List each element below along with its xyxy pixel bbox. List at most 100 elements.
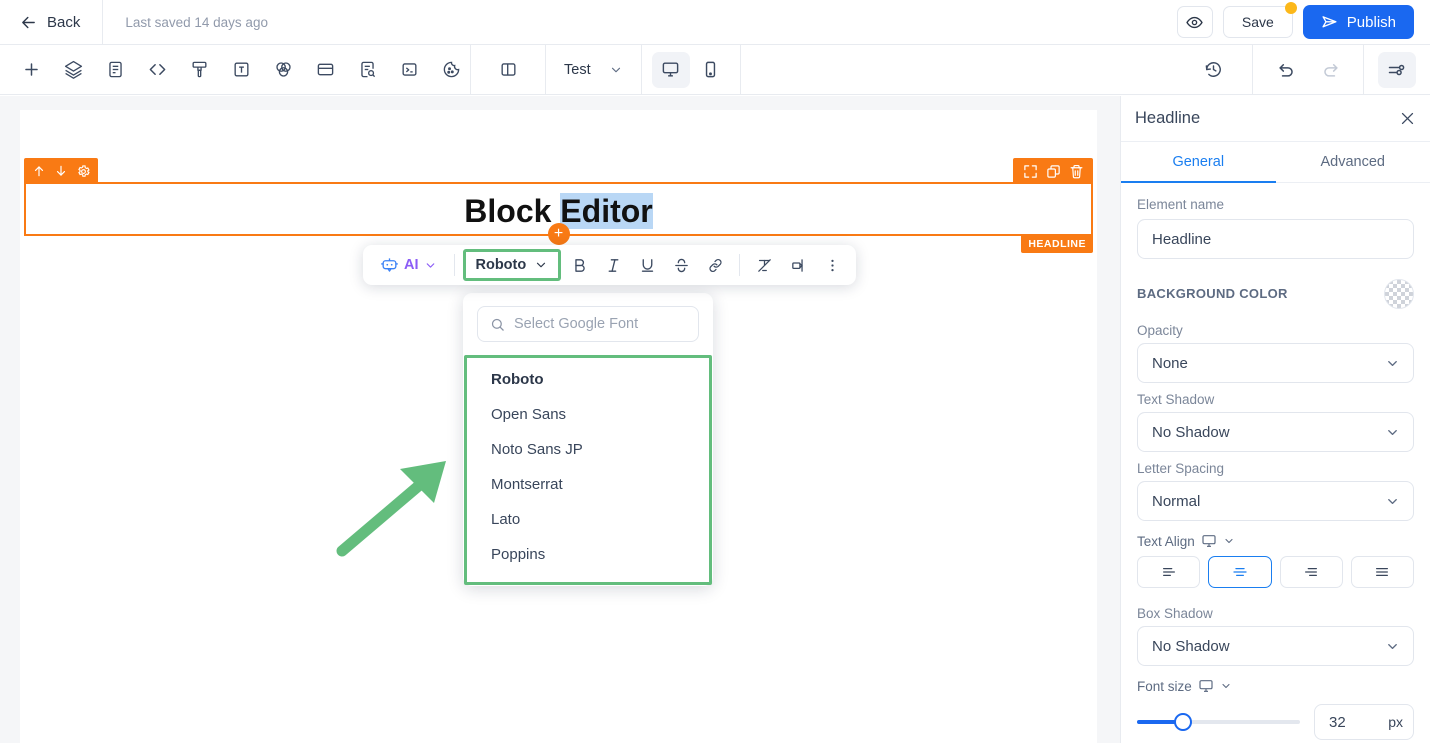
cookie-palette-button[interactable]: [432, 52, 470, 88]
link-button[interactable]: [699, 250, 731, 280]
add-element-button[interactable]: [12, 52, 50, 88]
panel-toggle-group: [471, 45, 545, 95]
font-search-input[interactable]: [514, 316, 686, 332]
underline-button[interactable]: [631, 250, 663, 280]
document-button[interactable]: [96, 52, 134, 88]
font-option-noto-sans-jp[interactable]: Noto Sans JP: [467, 432, 709, 467]
undo-button[interactable]: [1267, 52, 1305, 88]
element-name-input[interactable]: Headline: [1137, 219, 1414, 259]
align-left-button[interactable]: [1137, 556, 1201, 588]
opacity-select[interactable]: None: [1137, 343, 1414, 383]
properties-panel: Headline General Advanced Element name H…: [1120, 96, 1430, 743]
back-button[interactable]: Back: [0, 0, 104, 45]
layers-button[interactable]: [54, 52, 92, 88]
search-icon: [490, 317, 505, 332]
font-option-lato[interactable]: Lato: [467, 502, 709, 537]
font-size-value: 32: [1329, 713, 1346, 731]
history-button[interactable]: [1194, 52, 1232, 88]
font-search-box[interactable]: [477, 306, 699, 342]
italic-button[interactable]: [597, 250, 629, 280]
chevron-down-icon: [534, 258, 548, 272]
panel-title: Headline: [1135, 109, 1201, 127]
block-action-toolbar: [1013, 158, 1093, 184]
strikethrough-button[interactable]: [665, 250, 697, 280]
text-format-toolbar: AI Roboto: [363, 245, 857, 285]
align-right-button[interactable]: [1279, 556, 1343, 588]
panel-close-button[interactable]: [1399, 110, 1416, 127]
unsaved-changes-badge: [1284, 2, 1297, 14]
selected-block-headline[interactable]: Block Editor HEADLINE +: [24, 158, 1093, 253]
color-blend-button[interactable]: [264, 52, 302, 88]
brush-button[interactable]: [180, 52, 218, 88]
expand-icon[interactable]: [1020, 161, 1040, 181]
chevron-down-icon: [609, 63, 623, 77]
tab-advanced[interactable]: Advanced: [1276, 142, 1430, 183]
letter-spacing-select[interactable]: Normal: [1137, 481, 1414, 521]
desktop-view-button[interactable]: [651, 51, 690, 88]
headline-text-unselected: Block: [464, 193, 561, 229]
font-size-input[interactable]: 32 px: [1314, 704, 1414, 740]
font-option-open-sans[interactable]: Open Sans: [467, 397, 709, 432]
ai-assistant-button[interactable]: AI: [371, 250, 446, 280]
align-justify-button[interactable]: [1350, 556, 1414, 588]
publish-label: Publish: [1346, 13, 1396, 31]
clear-format-button[interactable]: [748, 250, 780, 280]
toolbar-right-group: [1174, 44, 1430, 95]
text-shadow-select[interactable]: No Shadow: [1137, 412, 1414, 452]
card-button[interactable]: [306, 52, 344, 88]
terminal-button[interactable]: [390, 52, 428, 88]
text-box-button[interactable]: [222, 52, 260, 88]
text-shadow-label: Text Shadow: [1137, 392, 1215, 407]
desktop-icon[interactable]: [1198, 678, 1214, 694]
box-shadow-select[interactable]: No Shadow: [1137, 626, 1414, 666]
page-variant-select[interactable]: Test: [546, 62, 641, 78]
undo-redo-group: [1253, 45, 1363, 95]
more-options-button[interactable]: [816, 250, 848, 280]
move-up-icon[interactable]: [29, 161, 49, 181]
letter-spacing-label: Letter Spacing: [1137, 461, 1225, 476]
chevron-down-icon[interactable]: [1220, 680, 1232, 692]
font-picker-highlight: Roboto: [462, 249, 562, 281]
save-button[interactable]: Save: [1222, 2, 1297, 38]
desktop-icon[interactable]: [1201, 533, 1217, 549]
gear-icon[interactable]: [73, 161, 93, 181]
add-block-button[interactable]: +: [547, 223, 570, 245]
text-direction-button[interactable]: [782, 250, 814, 280]
settings-button[interactable]: [1378, 51, 1416, 88]
font-size-row: 32 px: [1137, 704, 1414, 740]
settings-group: [1364, 45, 1430, 95]
trash-icon[interactable]: [1066, 161, 1086, 181]
background-color-swatch[interactable]: [1384, 279, 1414, 309]
code-button[interactable]: [138, 52, 176, 88]
tab-general[interactable]: General: [1121, 142, 1276, 183]
mobile-view-button[interactable]: [692, 52, 730, 88]
chevron-down-icon[interactable]: [1223, 535, 1235, 547]
font-list-highlight: Roboto Open Sans Noto Sans JP Montserrat…: [464, 355, 712, 585]
device-preview-group: [642, 45, 740, 95]
move-down-icon[interactable]: [51, 161, 71, 181]
top-bar-actions: Save Publish: [1176, 2, 1430, 39]
background-color-label: BACKGROUND COLOR: [1137, 286, 1288, 302]
font-size-slider[interactable]: [1137, 713, 1300, 731]
block-move-toolbar: [24, 158, 98, 184]
duplicate-icon[interactable]: [1043, 161, 1063, 181]
align-center-button[interactable]: [1208, 556, 1272, 588]
insert-tools-group: [0, 45, 470, 95]
box-shadow-label: Box Shadow: [1137, 606, 1213, 621]
publish-button[interactable]: Publish: [1302, 5, 1414, 39]
preview-button[interactable]: [1176, 6, 1213, 38]
font-option-montserrat[interactable]: Montserrat: [467, 467, 709, 502]
text-align-label-row: Text Align: [1137, 533, 1414, 549]
form-search-button[interactable]: [348, 52, 386, 88]
font-option-roboto[interactable]: Roboto: [467, 362, 709, 397]
editor-toolbar: Test: [0, 44, 1430, 95]
redo-button[interactable]: [1311, 52, 1349, 88]
top-bar: Back Last saved 14 days ago Save Publish: [0, 0, 1430, 45]
split-panel-button[interactable]: [489, 52, 527, 88]
slider-knob[interactable]: [1173, 713, 1192, 731]
font-family-dropdown[interactable]: Roboto: [469, 254, 556, 276]
annotation-arrow-icon: [336, 461, 446, 557]
font-option-poppins[interactable]: Poppins: [467, 537, 709, 572]
last-saved-text: Last saved 14 days ago: [125, 14, 268, 30]
bold-button[interactable]: [563, 250, 595, 280]
